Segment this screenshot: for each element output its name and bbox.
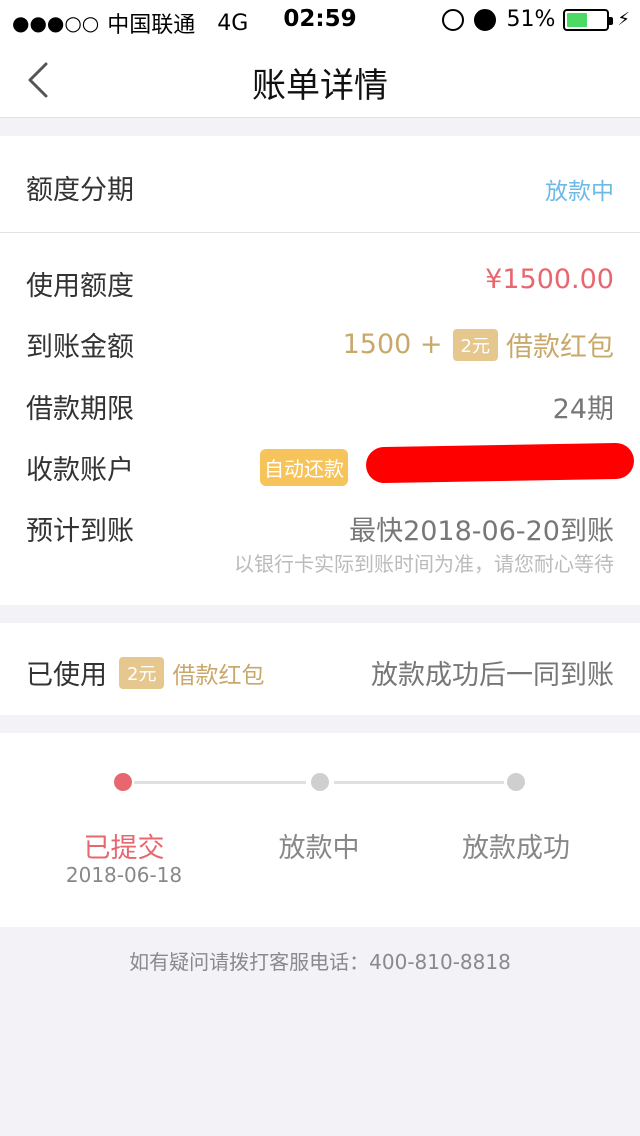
battery-percent: 51% <box>506 7 556 32</box>
step-dot-success <box>507 773 525 791</box>
step-date-submitted: 2018-06-18 <box>65 863 183 887</box>
auto-repay-tag: 自动还款 <box>260 449 348 486</box>
coupon-used-tag: 2元 <box>119 656 165 689</box>
coupon-tag: 2元 <box>452 328 498 361</box>
step-label-disbursing: 放款中 <box>278 833 360 864</box>
coupon-note: 放款成功后一同到账 <box>371 660 614 691</box>
redacted-account <box>365 442 635 484</box>
battery-icon <box>563 8 614 31</box>
term-label: 借款期限 <box>26 394 134 425</box>
coupon-used-name: 借款红包 <box>172 662 265 689</box>
eta-value: 最快2018-06-20到账 <box>349 516 614 547</box>
account-label: 收款账户 <box>26 455 134 486</box>
coupon-used-label: 已使用 <box>26 660 107 691</box>
battery-level <box>567 12 587 27</box>
navigation-bar: 账单详情 <box>0 40 640 118</box>
received-value-row: 1500 + 2元 借款红包 <box>343 325 614 364</box>
loan-type-label: 额度分期 <box>26 175 134 206</box>
received-value: 1500 + <box>342 329 443 360</box>
term-value: 24期 <box>552 394 614 425</box>
loan-status: 放款中 <box>545 179 614 205</box>
step-dot-submitted <box>114 773 132 791</box>
charging-bolt-icon: ⚡ <box>617 9 630 30</box>
summary-section: 额度分期 放款中 <box>0 136 640 232</box>
customer-service-hotline[interactable]: 如有疑问请拨打客服电话：400-810-8818 <box>0 946 640 975</box>
received-label: 到账金额 <box>26 332 134 363</box>
amount-label: 使用额度 <box>26 271 134 302</box>
status-bar: ●●●○○ 中国联通 4G 02:59 51% ⚡ <box>0 0 640 40</box>
coupon-section: 已使用 2元 借款红包 放款成功后一同到账 <box>0 623 640 715</box>
status-right: 51% ⚡ <box>442 7 630 32</box>
coupon-name: 借款红包 <box>506 332 614 363</box>
page-title: 账单详情 <box>252 66 388 106</box>
eta-note: 以银行卡实际到账时间为准，请您耐心等待 <box>234 552 614 576</box>
step-label-submitted: 已提交 <box>83 833 165 864</box>
alarm-icon <box>474 8 497 31</box>
progress-line <box>134 781 306 784</box>
step-dot-disbursing <box>311 773 329 791</box>
amount-value: ¥1500.00 <box>485 264 614 295</box>
step-label-success: 放款成功 <box>462 833 570 864</box>
coupon-row: 已使用 2元 借款红包 <box>26 653 264 692</box>
eta-label: 预计到账 <box>26 516 134 547</box>
rotation-lock-icon <box>442 8 465 31</box>
progress-line <box>334 781 504 784</box>
